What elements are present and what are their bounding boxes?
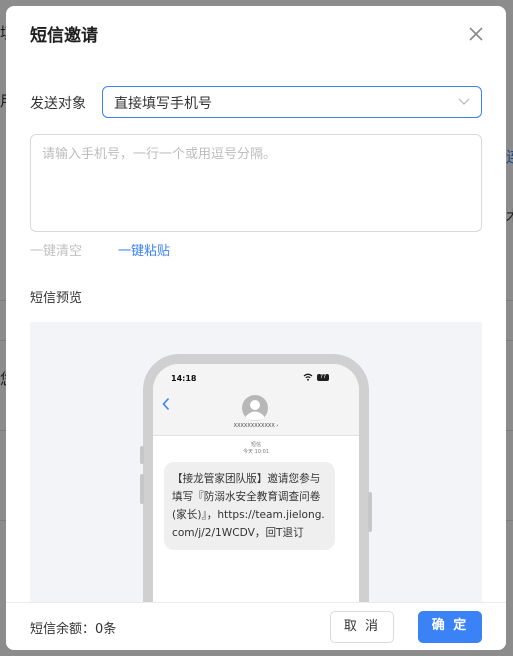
phone-side-button [368, 492, 372, 532]
paste-link[interactable]: 一键粘贴 [118, 240, 170, 259]
back-icon [162, 397, 170, 411]
battery-icon: 77 [317, 374, 329, 381]
chevron-down-icon [458, 98, 470, 105]
dialog-header: 短信邀请 [6, 6, 506, 62]
confirm-button[interactable]: 确 定 [418, 611, 482, 643]
close-icon[interactable] [466, 24, 486, 44]
sms-invite-dialog: 短信邀请 发送对象 直接填写手机号 请输入手机号，一行一个或用逗号分隔。 一键清… [6, 6, 506, 650]
phone-header: 14:18 77 XXXXXXXXXXXX › [153, 364, 359, 436]
sms-channel: 短信 [250, 442, 261, 448]
phone-screen: 14:18 77 XXXXXXXXXXXX › 短信 今天 10:01 【接龙管… [153, 364, 359, 602]
contact-number: XXXXXXXXXXXX [233, 423, 275, 429]
phone-side-button [140, 446, 144, 464]
target-label: 发送对象 [30, 96, 86, 112]
clear-all-link[interactable]: 一键清空 [30, 240, 82, 259]
avatar-icon [242, 395, 268, 421]
status-time: 14:18 [171, 374, 197, 383]
phone-mockup: 14:18 77 XXXXXXXXXXXX › 短信 今天 10:01 【接龙管… [140, 354, 372, 602]
sms-quota: 短信余额：0条 [30, 622, 117, 637]
target-select-value: 直接填写手机号 [114, 96, 212, 112]
wifi-icon [303, 373, 313, 381]
phones-textarea[interactable]: 请输入手机号，一行一个或用逗号分隔。 [30, 134, 482, 232]
dialog-footer: 短信余额：0条 取 消 确 定 [6, 602, 506, 650]
dialog-title: 短信邀请 [30, 26, 98, 46]
sms-date: 今天 10:01 [243, 449, 269, 455]
cancel-button[interactable]: 取 消 [330, 611, 394, 643]
phones-placeholder: 请输入手机号，一行一个或用逗号分隔。 [42, 147, 277, 162]
sms-message-bubble: 【接龙管家团队版】邀请您参与 填写『防溺水安全教育调查问卷(家长)』，https… [164, 462, 335, 550]
sms-preview-panel: 14:18 77 XXXXXXXXXXXX › 短信 今天 10:01 【接龙管… [30, 322, 482, 602]
preview-label: 短信预览 [30, 291, 83, 306]
sms-meta: 短信 今天 10:01 [153, 442, 359, 456]
contact-name: XXXXXXXXXXXX › [233, 423, 279, 429]
target-select[interactable]: 直接填写手机号 [102, 86, 482, 118]
phone-side-button [140, 474, 144, 504]
